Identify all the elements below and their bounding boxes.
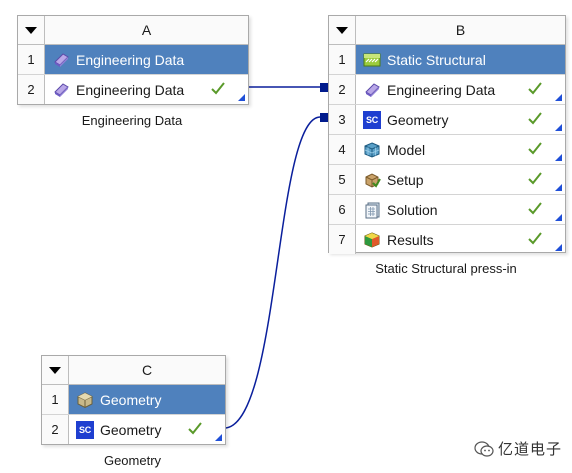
check-icon bbox=[528, 202, 542, 215]
cell-geometry[interactable]: SC Geometry bbox=[69, 415, 225, 444]
engineering-data-icon bbox=[54, 52, 69, 67]
geometry-icon bbox=[77, 391, 93, 408]
cell-label: Engineering Data bbox=[76, 51, 185, 68]
cell-row[interactable]: 2 Engineering Data bbox=[18, 75, 248, 104]
system-a-menu-arrow[interactable] bbox=[18, 16, 45, 44]
row-number: 1 bbox=[329, 45, 356, 74]
system-a[interactable]: A 1 Engineering Data 2 Engineering Data bbox=[17, 15, 249, 105]
system-a-caption[interactable]: Engineering Data bbox=[17, 113, 247, 128]
results-icon bbox=[364, 231, 380, 248]
cell-row[interactable]: 1 Geometry bbox=[42, 385, 225, 415]
cell-model[interactable]: Model bbox=[356, 135, 565, 164]
cell-static-structural-title[interactable]: Static Structural bbox=[356, 45, 565, 74]
engineering-data-icon bbox=[365, 82, 380, 97]
corner-triangle-icon bbox=[555, 244, 562, 251]
cell-results[interactable]: Results bbox=[356, 225, 565, 254]
cell-label: Setup bbox=[387, 171, 424, 188]
spaceclaim-icon: SC bbox=[363, 110, 381, 129]
corner-triangle-icon bbox=[555, 214, 562, 221]
cell-geometry-title[interactable]: Geometry bbox=[69, 385, 225, 414]
cell-label: Results bbox=[387, 231, 434, 248]
cell-row[interactable]: 4 Model bbox=[329, 135, 565, 165]
cell-engineering-data[interactable]: Engineering Data bbox=[45, 75, 248, 104]
cell-row[interactable]: 1 Engineering Data bbox=[18, 45, 248, 75]
system-c-menu-arrow[interactable] bbox=[42, 356, 69, 384]
solution-icon bbox=[365, 202, 380, 218]
cell-label: Geometry bbox=[387, 111, 449, 128]
corner-triangle-icon bbox=[555, 184, 562, 191]
row-number: 2 bbox=[18, 75, 45, 104]
check-icon bbox=[211, 82, 225, 95]
spaceclaim-icon: SC bbox=[76, 420, 94, 439]
row-number: 3 bbox=[329, 105, 356, 134]
cell-label: Engineering Data bbox=[387, 81, 496, 98]
cell-solution[interactable]: Solution bbox=[356, 195, 565, 224]
cell-label: Geometry bbox=[100, 421, 162, 438]
cell-row[interactable]: 1 Static Structural bbox=[329, 45, 565, 75]
corner-triangle-icon bbox=[555, 124, 562, 131]
cell-row[interactable]: 5 Setup bbox=[329, 165, 565, 195]
system-b-caption[interactable]: Static Structural press-in bbox=[328, 261, 564, 276]
check-icon bbox=[528, 82, 542, 95]
system-a-header: A bbox=[18, 16, 248, 45]
cell-row[interactable]: 2 SC Geometry bbox=[42, 415, 225, 444]
row-number: 4 bbox=[329, 135, 356, 164]
cell-row[interactable]: 7 Results bbox=[329, 225, 565, 254]
cell-label: Model bbox=[387, 141, 426, 158]
cell-engineering-data-title[interactable]: Engineering Data bbox=[45, 45, 248, 74]
system-b[interactable]: B 1 Static Structural 2 Engineering Data bbox=[328, 15, 566, 254]
row-number: 6 bbox=[329, 195, 356, 224]
link-c2-to-b3[interactable] bbox=[225, 116, 321, 429]
cell-label: Geometry bbox=[100, 391, 162, 408]
system-b-header: B bbox=[329, 16, 565, 45]
check-icon bbox=[528, 172, 542, 185]
cell-setup[interactable]: Setup bbox=[356, 165, 565, 194]
check-icon bbox=[528, 112, 542, 125]
corner-triangle-icon bbox=[555, 94, 562, 101]
cell-row[interactable]: 6 Solution bbox=[329, 195, 565, 225]
watermark-text: 亿道电子 bbox=[498, 441, 563, 458]
system-c[interactable]: C 1 Geometry 2 SC Geometry bbox=[41, 355, 226, 445]
row-number: 1 bbox=[42, 385, 69, 414]
cell-row[interactable]: 3 SC Geometry bbox=[329, 105, 565, 135]
cell-geometry[interactable]: SC Geometry bbox=[356, 105, 565, 134]
system-letter: B bbox=[455, 22, 466, 38]
cell-engineering-data[interactable]: Engineering Data bbox=[356, 75, 565, 104]
row-number: 7 bbox=[329, 225, 356, 254]
engineering-data-icon bbox=[54, 82, 69, 97]
cell-label: Static Structural bbox=[387, 51, 486, 68]
system-b-menu-arrow[interactable] bbox=[329, 16, 356, 44]
setup-icon bbox=[365, 172, 381, 188]
system-letter: C bbox=[141, 362, 153, 378]
system-c-header: C bbox=[42, 356, 225, 385]
static-structural-icon bbox=[363, 53, 381, 66]
corner-triangle-icon bbox=[215, 434, 222, 441]
cell-label: Solution bbox=[387, 201, 438, 218]
row-number: 2 bbox=[42, 415, 69, 444]
row-number: 5 bbox=[329, 165, 356, 194]
row-number: 1 bbox=[18, 45, 45, 74]
check-icon bbox=[188, 422, 202, 435]
check-icon bbox=[528, 232, 542, 245]
corner-triangle-icon bbox=[238, 94, 245, 101]
row-number: 2 bbox=[329, 75, 356, 104]
model-icon bbox=[364, 141, 380, 158]
corner-triangle-icon bbox=[555, 154, 562, 161]
system-c-caption[interactable]: Geometry bbox=[41, 453, 224, 468]
cell-label: Engineering Data bbox=[76, 81, 185, 98]
watermark: 亿道电子 bbox=[474, 438, 562, 459]
wechat-icon bbox=[474, 440, 494, 457]
system-letter: A bbox=[141, 22, 152, 38]
cell-row[interactable]: 2 Engineering Data bbox=[329, 75, 565, 105]
check-icon bbox=[528, 142, 542, 155]
